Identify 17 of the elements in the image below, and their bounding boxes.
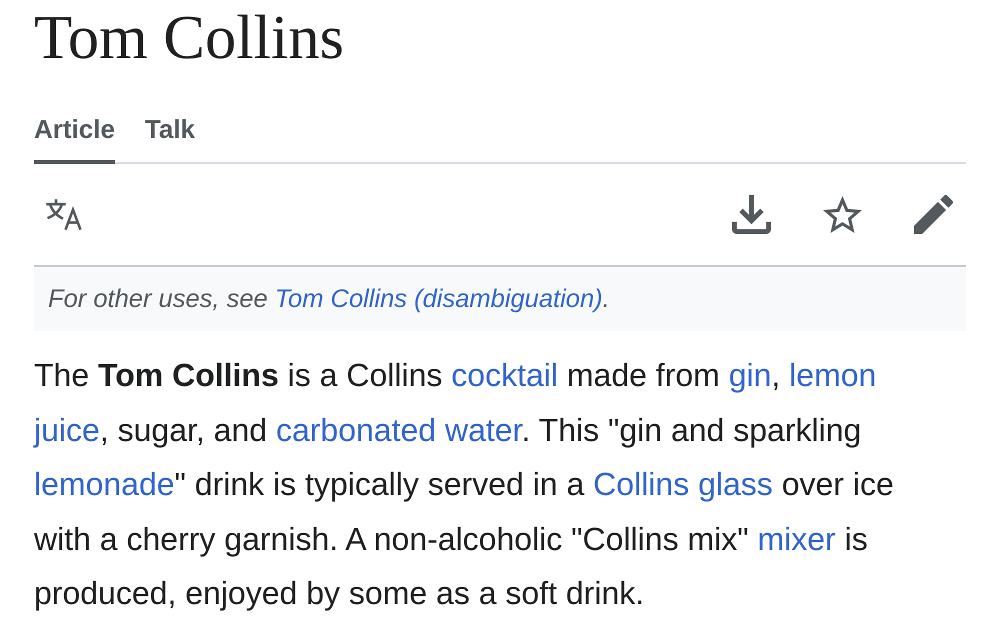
article-paragraph: The Tom Collins is a Collins cocktail made from gin, lemon juice, sugar, and carbonated water. This "gin and sparkling lemonade" drink is typically served in a Collins glass over ice with a cherry garnish. A non-alcoholic "Collins mix" mixer is produced, enjoyed by some as a soft drink. <box>34 356 895 613</box>
article-link[interactable]: Collins glass <box>593 466 773 502</box>
article-link[interactable]: mixer <box>757 520 836 556</box>
article-link[interactable]: lemon <box>789 357 876 393</box>
article-link[interactable]: cocktail <box>451 357 558 393</box>
article-link[interactable]: carbonated water <box>276 412 522 448</box>
hatnote-text: For other uses, see Tom Collins (disambiguation). <box>48 284 610 314</box>
star-icon[interactable] <box>823 196 862 233</box>
page-tab[interactable]: Talk <box>144 100 196 164</box>
article-link[interactable]: gin <box>728 357 772 393</box>
edit-icon[interactable] <box>914 195 953 234</box>
article-link[interactable]: Tom Collins (disambiguation) <box>274 285 603 313</box>
page-title: Tom Collins <box>34 1 344 74</box>
download-icon[interactable] <box>732 195 771 234</box>
article-link[interactable]: juice <box>34 412 100 448</box>
article-link[interactable]: lemonade <box>34 466 175 502</box>
page-tab[interactable]: Article <box>34 100 115 164</box>
